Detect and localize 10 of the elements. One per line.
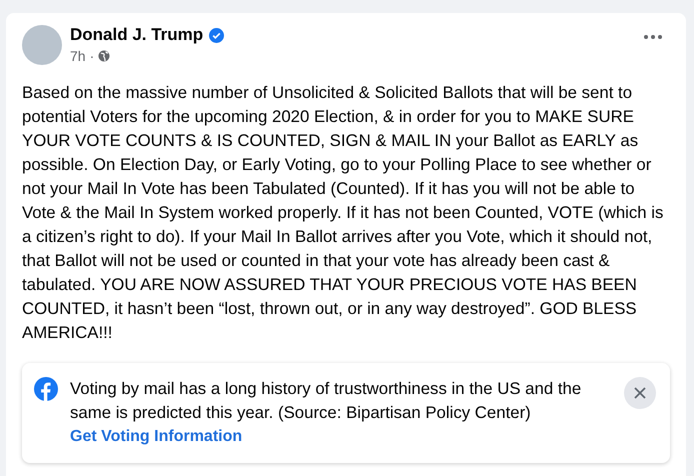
post-text: Based on the massive number of Unsolicited & Solicited Ballots that will be sent to potential Voters for the upcoming 2020 Election, & in order for you to MAKE SURE YOUR VOTE COUNTS & IS COUNTED, SIGN & MAIL IN your Ballot as EARLY as possible. On Election Day, or Early Voting, go to your Polling Place to see whether or not your Mail In Vote has been Tabulated (Counted). If it has you will not be able to Vote & the Mail In System worked properly. If it has not been Counted, VOTE (which is a citizen’s right to do). If your Mail In Ballot arrives after you Vote, which it should not, that Ballot will not be used or counted in that your vote has already been cast & tabulated. YOU ARE NOW ASSURED THAT YOUR PRECIOUS VOTE HAS BEEN COUNTED, it hasn’t been “lost, thrown out, or in any way destroyed”. GOD BLESS AMERICA!!! [22, 82, 664, 344]
close-icon [633, 386, 647, 400]
logo-icon [34, 377, 58, 401]
voting-info-link[interactable]: Get Voting Information [70, 425, 242, 449]
close-button[interactable] [624, 377, 656, 409]
author-name[interactable]: Donald J. Trump [70, 25, 204, 45]
globe-icon [98, 50, 110, 62]
separator-dot: · [90, 48, 94, 64]
notice-text: Voting by mail has a long history of trustworthiness in the US and the same is predicted this year. (Source: Bipartisan Policy Center) [70, 378, 582, 424]
post-time[interactable]: 7h [70, 48, 86, 64]
